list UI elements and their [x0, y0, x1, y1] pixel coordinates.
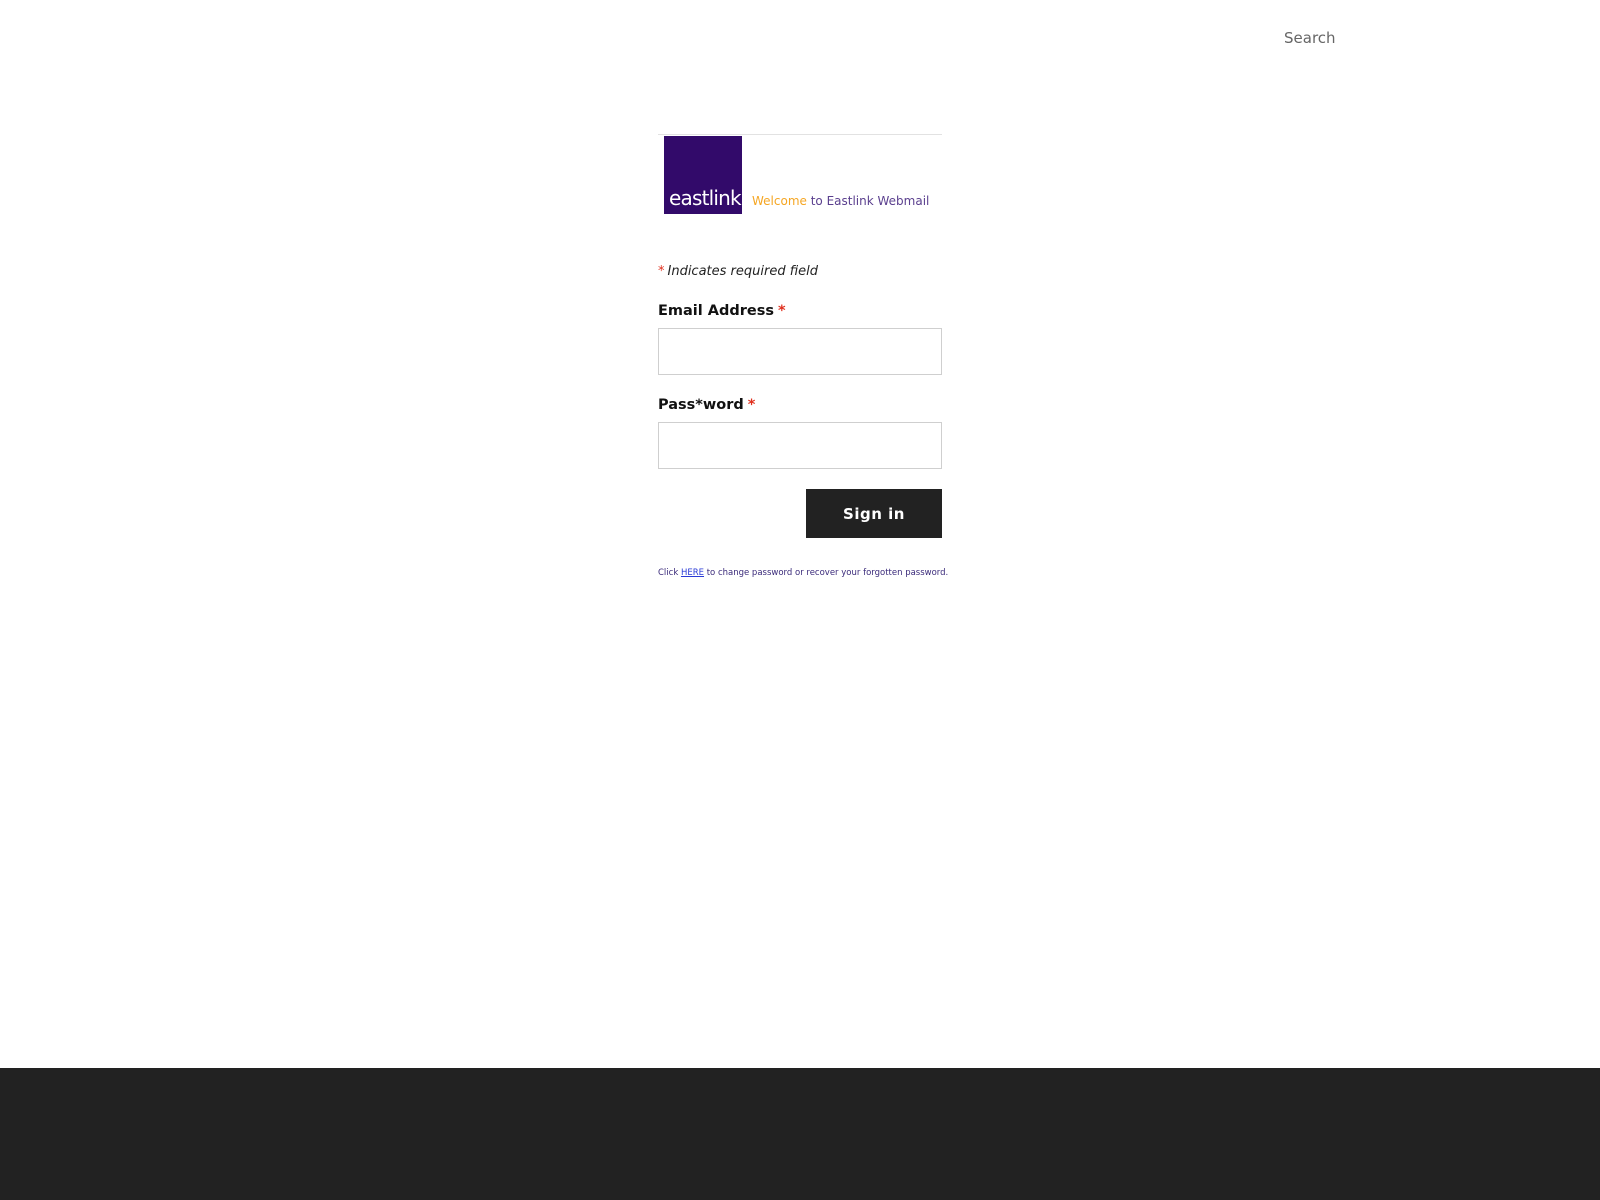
submit-row: Sign in — [658, 489, 942, 538]
webmail-banner: eastlink Welcome to Eastlink Webmail — [658, 134, 942, 214]
welcome-rest: to Eastlink Webmail — [806, 194, 930, 208]
sign-in-button[interactable]: Sign in — [806, 489, 942, 538]
logo-text: eastlink — [669, 186, 742, 210]
page-footer — [0, 1068, 1600, 1200]
email-label-text: Email Address — [658, 303, 775, 319]
required-star: * — [658, 264, 665, 279]
password-label-text: Pass*word — [658, 397, 744, 413]
email-required-star: * — [778, 303, 786, 319]
search-input[interactable] — [1270, 26, 1390, 50]
help-suffix: to change password or recover your forgo… — [704, 568, 949, 578]
help-prefix: Click — [658, 568, 681, 578]
welcome-text: Welcome to Eastlink Webmail — [752, 194, 929, 208]
login-panel: eastlink Welcome to Eastlink Webmail * In… — [658, 134, 948, 578]
password-required-star: * — [747, 397, 756, 413]
welcome-highlight: Welcome — [752, 194, 807, 208]
password-label: Pass*word * — [658, 397, 942, 413]
required-field-note: * Indicates required field — [658, 264, 942, 279]
eastlink-logo: eastlink — [664, 136, 742, 214]
email-field[interactable] — [658, 328, 942, 375]
password-help-line: Click HERE to change password or recover… — [658, 568, 948, 578]
required-note-text: Indicates required field — [667, 264, 818, 279]
change-password-link[interactable]: HERE — [681, 568, 704, 578]
email-label: Email Address * — [658, 303, 942, 319]
login-page: eastlink Welcome to Eastlink Webmail *In… — [0, 0, 1600, 1200]
password-field[interactable] — [658, 422, 942, 469]
